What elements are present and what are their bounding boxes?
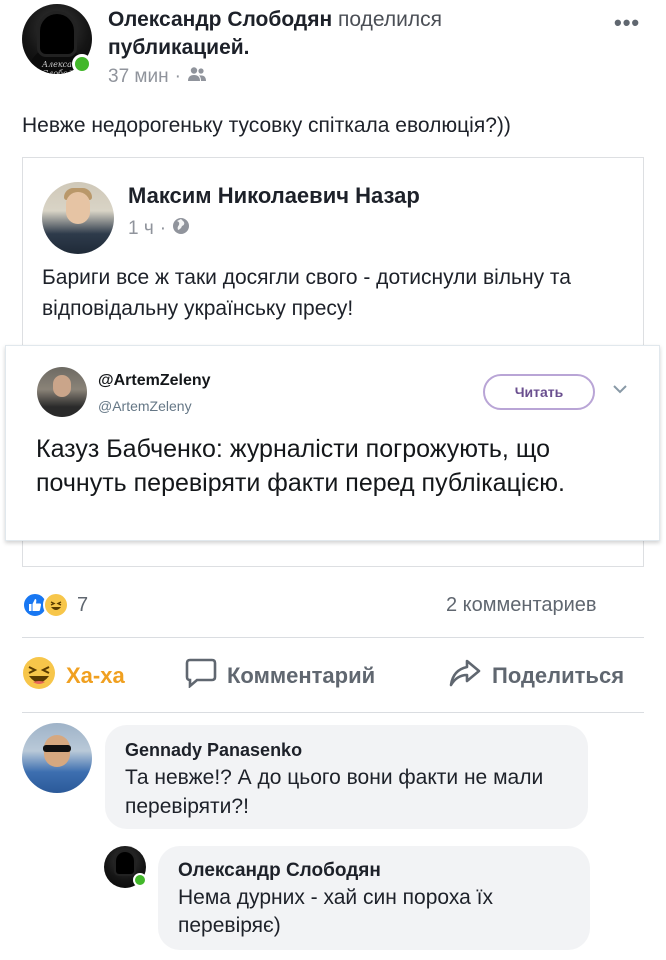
shared-post-text: Бариги все ж таки досягли свого - дотисн… [42, 266, 571, 320]
haha-button[interactable]: Ха-ха [22, 656, 125, 696]
post-meta: 37 мин · [108, 66, 207, 88]
comment-text: Та невже!? А до цього вони факти не мали… [125, 766, 544, 818]
shared-author-name[interactable]: Максим Николаевич Назар [128, 183, 420, 209]
reply-text: Нема дурних - хай син пороха їх перевіря… [178, 886, 493, 937]
online-status-dot [72, 54, 92, 74]
tweet-name[interactable]: @ArtemZeleny [98, 372, 211, 390]
chevron-down-icon[interactable] [612, 382, 628, 400]
tweet-text: Казуз Бабченко: журналісти погрожують, щ… [36, 435, 565, 497]
reply-author[interactable]: Олександр Слободян [178, 860, 381, 882]
globe-icon [172, 217, 190, 241]
post-header: Олександр Слободян поделился публикацией… [108, 6, 568, 62]
more-dots-icon[interactable]: ••• [614, 10, 640, 36]
post-time[interactable]: 37 мин [108, 66, 169, 88]
author-name[interactable]: Олександр Слободян [108, 8, 332, 31]
shared-post-meta: 1 ч · [128, 217, 190, 241]
comment-button[interactable]: Комментарий [185, 656, 375, 696]
post-object-link[interactable]: публикацией. [108, 36, 250, 59]
commenter-avatar[interactable] [22, 723, 92, 793]
shared-post-time[interactable]: 1 ч [128, 218, 154, 240]
shared-author-avatar[interactable] [42, 182, 114, 254]
divider [22, 712, 644, 713]
tweet-avatar[interactable] [37, 367, 87, 417]
comment-icon [185, 658, 217, 694]
share-icon [448, 658, 482, 694]
comment-author[interactable]: Gennady Panasenko [125, 740, 302, 761]
share-label: Поделиться [492, 663, 625, 688]
comment-label: Комментарий [227, 663, 376, 688]
online-status-dot [133, 873, 147, 887]
haha-reaction-icon [43, 592, 69, 618]
haha-icon [22, 656, 56, 696]
follow-button[interactable]: Читать [483, 374, 595, 410]
post-action-text: поделился [338, 8, 442, 31]
reactions-summary[interactable]: 7 [22, 592, 88, 618]
comments-count-link[interactable]: 2 комментариев [446, 594, 597, 617]
haha-label: Ха-ха [66, 663, 125, 688]
reactions-count: 7 [77, 593, 89, 616]
friends-icon [187, 66, 207, 88]
share-button[interactable]: Поделиться [448, 656, 624, 696]
post-text: Невже недорогеньку тусовку спіткала евол… [22, 114, 511, 137]
tweet-handle[interactable]: @ArtemZeleny [98, 398, 192, 414]
divider [22, 637, 644, 638]
